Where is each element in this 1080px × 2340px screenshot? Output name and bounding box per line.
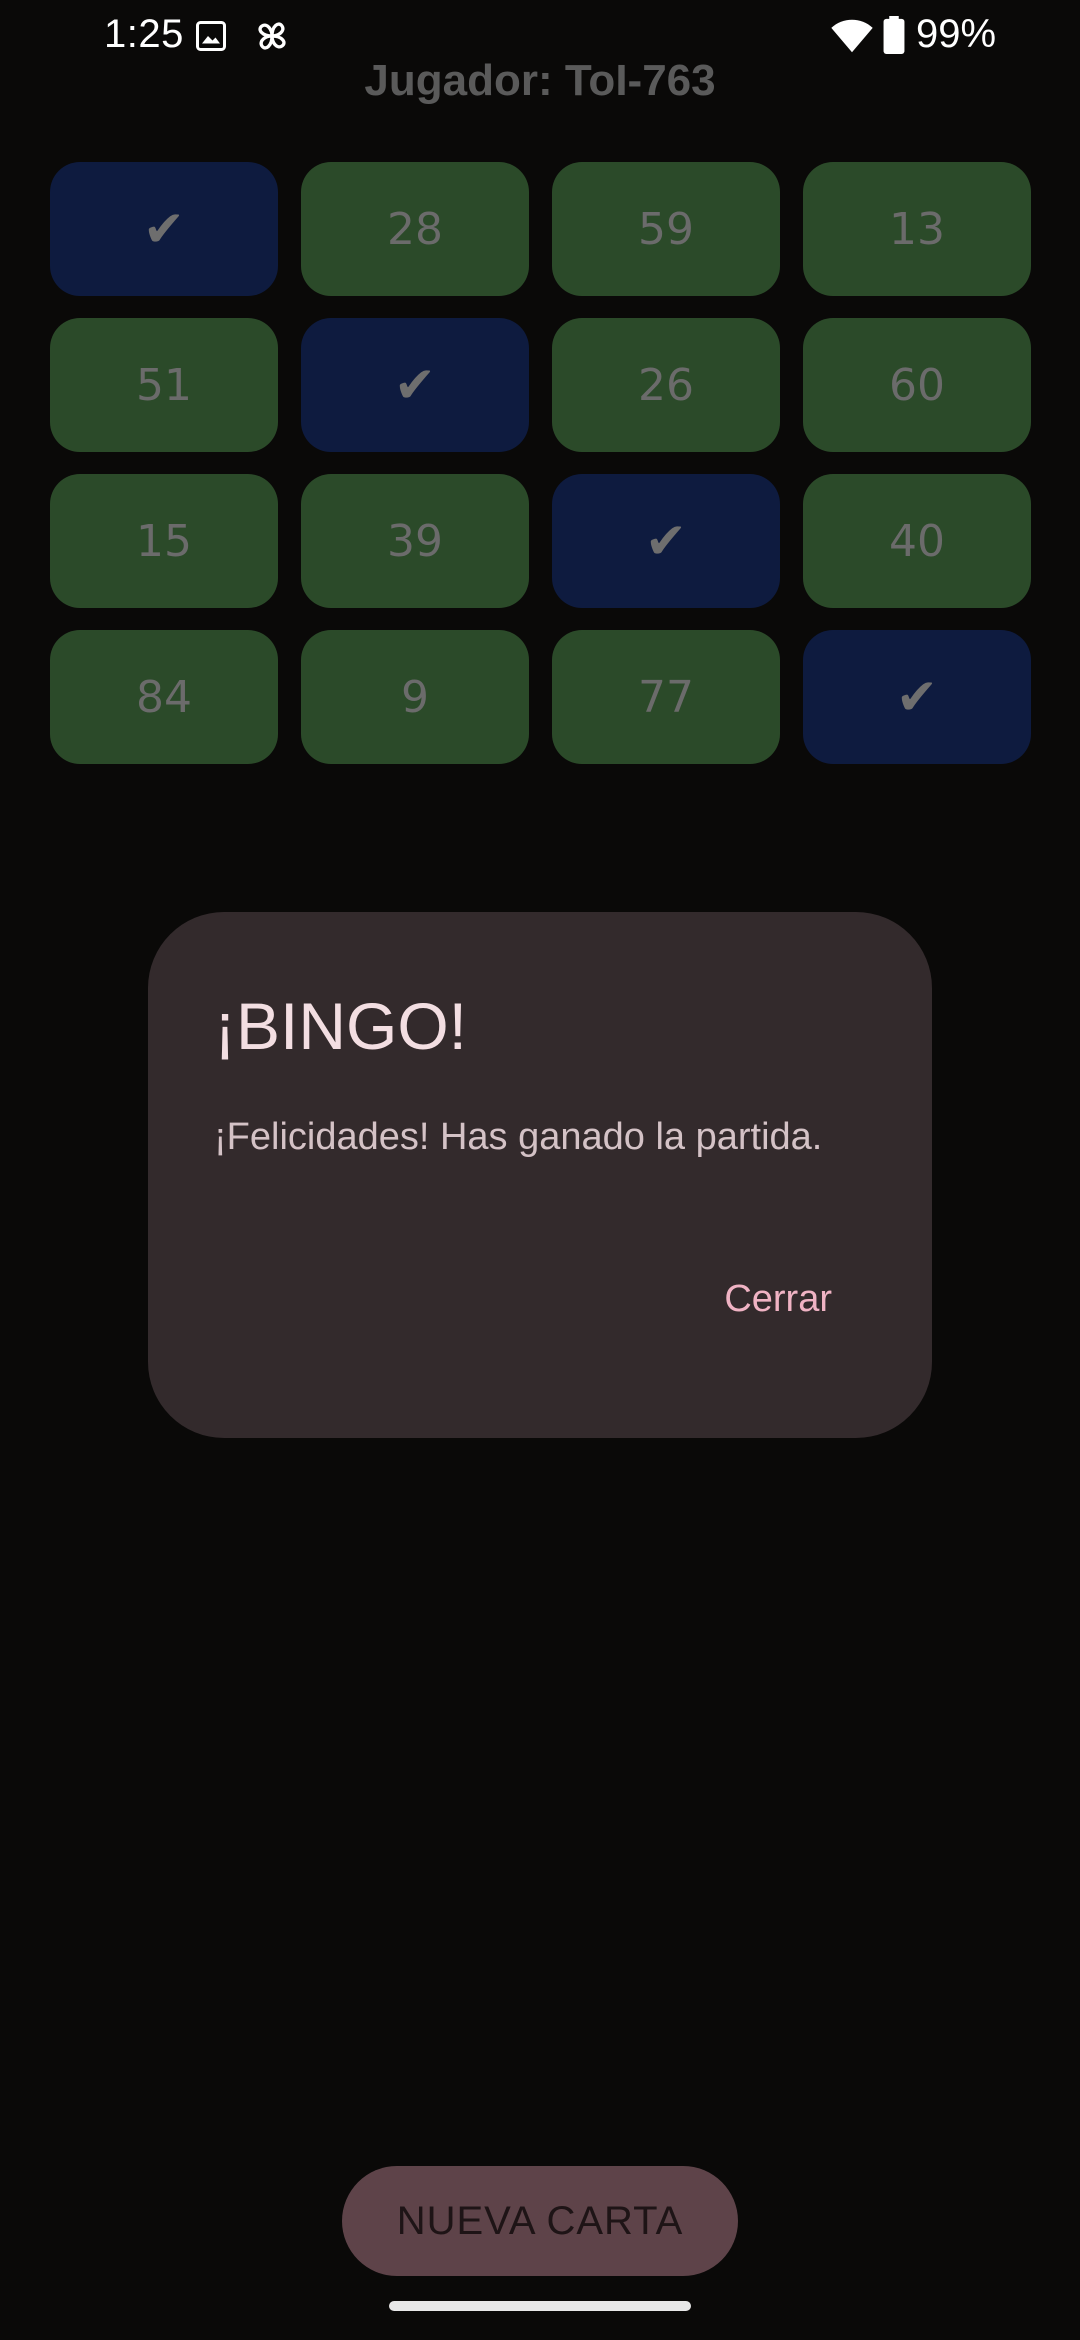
image-icon [196,21,226,51]
bingo-dialog: ¡BINGO! ¡Felicidades! Has ganado la part… [148,912,932,1438]
bingo-cell[interactable]: 13 [803,162,1031,296]
new-card-button[interactable]: NUEVA CARTA [342,2166,738,2276]
dialog-title: ¡BINGO! [214,989,468,1063]
bingo-cell[interactable]: 84 [50,630,278,764]
bingo-cell[interactable]: 15 [50,474,278,608]
bingo-cell[interactable]: 51 [50,318,278,452]
bingo-cell[interactable]: 9 [301,630,529,764]
close-button[interactable]: Cerrar [724,1278,832,1321]
bingo-cell[interactable]: 60 [803,318,1031,452]
pinwheel-icon [258,22,286,50]
bingo-cell[interactable]: 77 [552,630,780,764]
battery-percent: 99% [916,12,997,56]
player-title: Jugador: ToI-763 [364,56,716,105]
navigation-handle[interactable] [389,2301,691,2311]
bingo-cell-marked[interactable]: ✔ [301,318,529,452]
bingo-card: ✔ 28 59 13 51 ✔ 26 60 15 39 ✔ 40 84 9 77 ✔ [50,162,1031,764]
bingo-cell-marked[interactable]: ✔ [50,162,278,296]
battery-icon [883,16,905,54]
bingo-cell[interactable]: 28 [301,162,529,296]
wifi-icon [831,19,873,53]
bingo-cell-marked[interactable]: ✔ [803,630,1031,764]
bingo-cell-marked[interactable]: ✔ [552,474,780,608]
screen: 1:25 99% Jugador: ToI-763 ✔ 28 59 13 51 ✔ 26 60… [0,0,1080,2340]
dialog-message: ¡Felicidades! Has ganado la partida. [214,1116,823,1158]
bingo-cell[interactable]: 40 [803,474,1031,608]
bingo-cell[interactable]: 59 [552,162,780,296]
status-time: 1:25 [104,12,184,56]
bingo-cell[interactable]: 39 [301,474,529,608]
bingo-cell[interactable]: 26 [552,318,780,452]
